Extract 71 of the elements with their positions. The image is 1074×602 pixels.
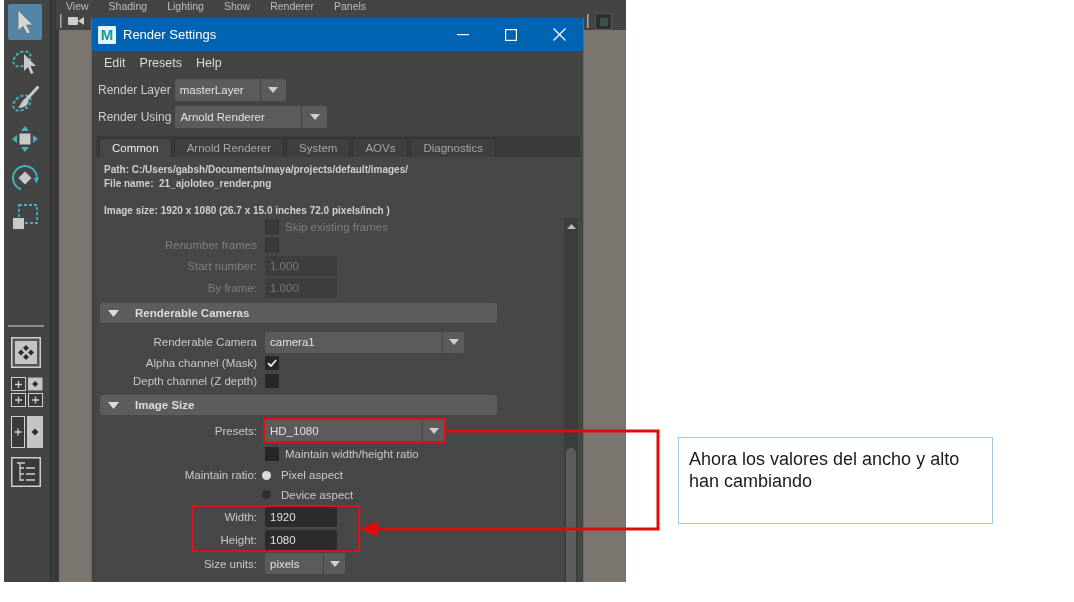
field-label: Size units: — [203, 557, 257, 570]
caret-icon — [268, 87, 279, 93]
arrow-pointer-icon — [16, 9, 34, 35]
field-label: Width: — [224, 511, 257, 523]
checkbox[interactable] — [265, 447, 279, 461]
caret-icon — [448, 339, 459, 345]
field-label: Maintain ratio: — [184, 469, 257, 481]
number-field[interactable]: 1080 — [265, 530, 337, 550]
field-label: Height: — [220, 534, 257, 546]
outliner-layout-icon[interactable] — [11, 457, 41, 487]
grip-icon — [59, 14, 62, 28]
triangle-icon[interactable] — [108, 401, 119, 409]
section-header[interactable]: Image Size — [100, 395, 497, 415]
callout-text: Ahora los valores del ancho y alto han cambiando — [689, 448, 961, 492]
app-logo: M — [98, 25, 116, 44]
triangle-icon[interactable] — [108, 309, 119, 317]
tab[interactable]: AOVs — [352, 138, 409, 157]
tab[interactable]: Diagnostics — [410, 138, 496, 157]
file-name-text: File name: 21_ajoloteo_render.png — [104, 176, 272, 190]
tab[interactable]: Arnold Renderer — [173, 138, 285, 157]
checkbox[interactable] — [265, 356, 279, 370]
grip-icon — [586, 14, 589, 28]
radio-button[interactable] — [262, 470, 271, 480]
maximize-icon — [505, 28, 517, 41]
menu-item[interactable]: Panels — [333, 0, 367, 12]
menu-item[interactable]: Lighting — [167, 0, 204, 12]
radio-label: Pixel aspect — [281, 469, 343, 481]
image-size-text: Image size: 1920 x 1080 (26.7 x 15.0 inches 72.0 pixels/inch ) — [104, 203, 390, 217]
window-title: Render Settings — [123, 27, 217, 42]
menu-item[interactable]: View — [66, 0, 89, 12]
caret-icon — [428, 427, 439, 434]
menu-item[interactable]: Help — [195, 56, 222, 70]
field-label: Presets: — [214, 424, 257, 437]
checkmark-icon — [267, 359, 277, 367]
tab[interactable]: System — [286, 138, 351, 157]
lasso-pointer-icon — [11, 47, 39, 75]
two-pane-layout-icon[interactable] — [11, 416, 43, 448]
select-tool-button[interactable] — [8, 4, 42, 40]
rotate-icon — [11, 164, 39, 192]
scrollbar-thumb[interactable] — [566, 448, 576, 582]
menu-item[interactable]: Edit — [104, 56, 126, 70]
move-arrows-icon — [11, 125, 39, 153]
scrollbar[interactable] — [564, 218, 578, 582]
menu-item[interactable]: Presets — [139, 56, 182, 70]
tab[interactable]: Common — [99, 138, 172, 157]
number-field[interactable]: 1920 — [265, 507, 337, 527]
caret-icon — [329, 560, 340, 567]
close-icon — [552, 28, 566, 41]
menu-item[interactable]: Shading — [108, 0, 148, 12]
field-label: Render Using — [98, 110, 172, 124]
radio-label: Device aspect — [281, 488, 354, 501]
four-pane-layout-icon[interactable] — [11, 377, 43, 407]
path-text: Path: C:/Users/gabsh/Documents/maya/projects/default/images/ — [104, 163, 408, 177]
field-label: Alpha channel (Mask) — [145, 357, 257, 369]
scroll-up-icon[interactable] — [566, 224, 576, 229]
section-header[interactable]: Renderable Cameras — [100, 303, 497, 323]
menu-item[interactable]: Renderer — [270, 0, 314, 12]
field-label: Renderable Camera — [153, 336, 257, 348]
scale-box-icon — [11, 203, 39, 231]
single-pane-layout-icon[interactable] — [11, 337, 41, 368]
checkbox[interactable] — [265, 373, 279, 388]
field-label: Render Layer — [98, 83, 171, 97]
checkbox-label: Maintain width/height ratio — [285, 448, 419, 460]
caret-icon — [309, 114, 320, 120]
field-label: Depth channel (Z depth) — [132, 374, 257, 387]
menu-item[interactable]: Show — [223, 0, 251, 12]
minimize-icon — [457, 33, 469, 36]
camera-icon[interactable] — [68, 16, 84, 26]
radio-button[interactable] — [262, 490, 271, 499]
field-label: By frame: — [207, 282, 257, 294]
brush-lasso-icon — [11, 86, 39, 114]
